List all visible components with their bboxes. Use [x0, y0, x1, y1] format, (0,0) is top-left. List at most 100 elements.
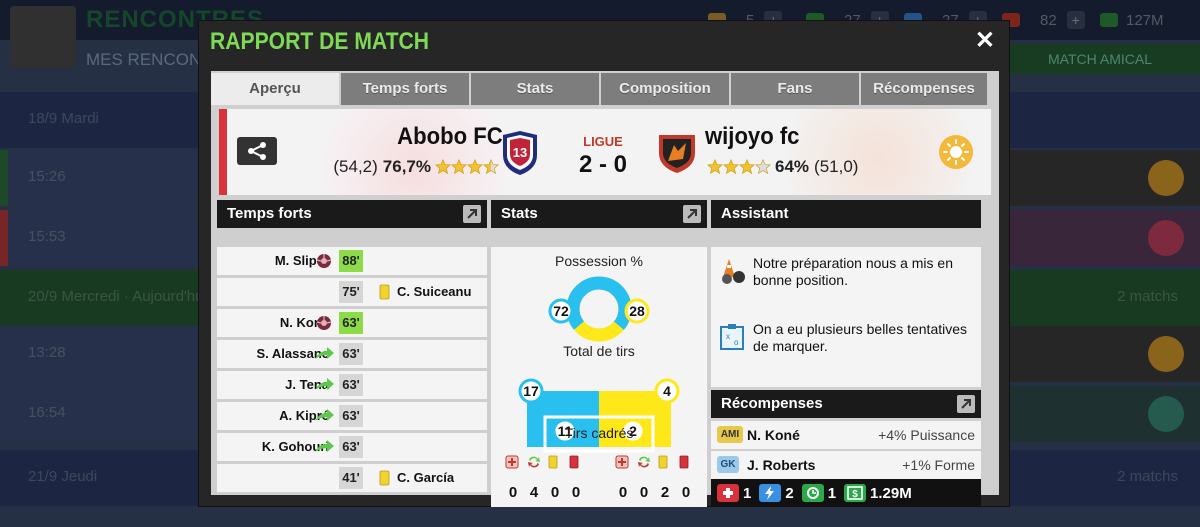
- star-icon: [483, 159, 499, 175]
- away-team-percent: 64%: [775, 157, 810, 176]
- tab-bar: Aperçu Temps forts Stats Composition Fan…: [211, 73, 999, 105]
- health-pack-count: 1: [743, 484, 752, 502]
- total-shots-label: Total de tirs: [563, 343, 635, 359]
- ball-icon: [316, 254, 332, 268]
- highlight-row[interactable]: K. Gohouri 63': [217, 433, 487, 461]
- star-icon: [739, 159, 755, 175]
- highlight-minute: 88': [339, 250, 363, 272]
- competition-label: LIGUE: [583, 134, 623, 149]
- substitution-icon: [638, 456, 650, 468]
- substitution-arrow-icon: [315, 378, 334, 390]
- away-card-count: 2: [660, 484, 670, 501]
- cash-icon: $: [844, 484, 867, 502]
- highlight-row[interactable]: M. Sliper 88': [217, 247, 487, 275]
- assistant-tip: Notre préparation nous a mis en bonne po…: [753, 255, 953, 288]
- home-card-count: 0: [550, 484, 560, 501]
- highlight-row[interactable]: 75' C. Suiceanu: [217, 278, 487, 306]
- highlight-row[interactable]: A. Kipré 63': [217, 402, 487, 430]
- tab-temps-forts[interactable]: Temps forts: [341, 73, 471, 105]
- close-icon: ✕: [974, 27, 995, 54]
- home-card-count: 0: [571, 484, 581, 501]
- reward-player-name: J. Roberts: [747, 457, 816, 473]
- expand-highlights-button[interactable]: [463, 205, 481, 223]
- home-team-rating: (54,2) 76,7%: [333, 157, 503, 177]
- energy-count: 2: [785, 484, 794, 502]
- time-count: 1: [827, 484, 837, 502]
- yellow-card-icon: [379, 284, 390, 300]
- substitution-icon: [528, 456, 540, 468]
- away-card-count: 0: [681, 484, 691, 501]
- star-icon: [467, 159, 483, 175]
- highlight-minute: 63': [339, 343, 363, 365]
- tactics-board-icon: xo: [720, 324, 744, 350]
- highlight-player-name: C. García: [397, 470, 455, 485]
- star-icon: [707, 159, 723, 175]
- tab-apercu[interactable]: Aperçu: [211, 73, 341, 105]
- total-shots-away-value: 4: [663, 383, 671, 399]
- total-shots-home-value: 17: [523, 383, 539, 399]
- injury-icon: [505, 455, 519, 469]
- player-position-badge: GK: [717, 456, 739, 473]
- tab-stats[interactable]: Stats: [471, 73, 601, 105]
- highlight-row[interactable]: 41' C. García: [217, 464, 487, 492]
- assistant-panel: Notre préparation nous a mis en bonne po…: [711, 247, 981, 387]
- sun-icon: [943, 139, 969, 165]
- star-icon: [723, 159, 739, 175]
- highlight-player-name: C. Suiceanu: [397, 284, 472, 299]
- stats-header: Stats: [491, 200, 707, 228]
- reward-bonus: +1% Forme: [902, 457, 975, 473]
- highlight-minute: 63': [339, 405, 363, 427]
- expand-icon: [467, 209, 477, 219]
- expand-icon: [961, 399, 971, 409]
- match-report-dialog: RAPPORT DE MATCH ✕ Aperçu Temps forts St…: [198, 20, 1010, 507]
- reward-row[interactable]: AMI N. Koné +4% Puissance: [711, 421, 981, 449]
- stats-title: Stats: [501, 205, 538, 222]
- home-team-rating-value: (54,2): [333, 157, 378, 176]
- substitution-arrow-icon: [315, 409, 334, 421]
- svg-text:$: $: [852, 489, 858, 500]
- assistant-title: Assistant: [721, 205, 789, 222]
- assistant-header: Assistant: [711, 200, 981, 228]
- rewards-title: Récompenses: [721, 395, 823, 412]
- reward-row[interactable]: GK J. Roberts +1% Forme: [711, 451, 981, 479]
- tab-recompenses[interactable]: Récompenses: [861, 73, 987, 105]
- expand-rewards-button[interactable]: [957, 395, 975, 413]
- share-icon: [248, 142, 266, 160]
- expand-stats-button[interactable]: [683, 205, 701, 223]
- star-icon: [451, 159, 467, 175]
- money-rewards: 1 2 1 $ 1.29M: [711, 479, 981, 507]
- red-card-icon: [679, 455, 689, 469]
- away-team-rating: 64% (51,0): [703, 157, 858, 177]
- shots-on-target-label: Tirs cadrés: [564, 425, 634, 441]
- highlight-row[interactable]: J. Tena 63': [217, 371, 487, 399]
- highlight-minute: 63': [339, 436, 363, 458]
- match-header: Abobo FC (54,2) 76,7% 13 LIGUE 2 - 0 wij…: [219, 109, 991, 195]
- dialog-title: RAPPORT DE MATCH: [210, 28, 430, 55]
- home-team-percent: 76,7%: [382, 157, 431, 176]
- ball-icon: [316, 316, 332, 330]
- red-card-icon: [569, 455, 579, 469]
- highlights-header: Temps forts: [217, 200, 487, 228]
- tab-composition[interactable]: Composition: [601, 73, 731, 105]
- away-card-count: 0: [618, 484, 628, 501]
- highlight-minute: 41': [339, 467, 363, 489]
- close-button[interactable]: ✕: [975, 29, 995, 53]
- yellow-card-icon: [658, 455, 668, 469]
- tab-fans[interactable]: Fans: [731, 73, 861, 105]
- highlight-row[interactable]: N. Koné 63': [217, 309, 487, 337]
- share-button[interactable]: [237, 137, 277, 165]
- report-panel: Aperçu Temps forts Stats Composition Fan…: [211, 71, 999, 507]
- highlight-minute: 75': [339, 281, 363, 303]
- stats-panel: Possession % 72 28 17 4 11 2 Total de tirs Ti…: [491, 247, 707, 507]
- competition-color-bar: [219, 109, 227, 195]
- svg-text:13: 13: [513, 145, 527, 160]
- svg-text:o: o: [734, 338, 739, 347]
- yellow-card-icon: [548, 455, 558, 469]
- star-icon: [435, 159, 451, 175]
- star-icon: [755, 159, 771, 175]
- weather-button[interactable]: [939, 135, 973, 169]
- home-team-crest-icon: 13: [503, 131, 537, 175]
- yellow-card-icon: [379, 470, 390, 486]
- away-card-count: 0: [639, 484, 649, 501]
- highlight-row[interactable]: S. Alassane 63': [217, 340, 487, 368]
